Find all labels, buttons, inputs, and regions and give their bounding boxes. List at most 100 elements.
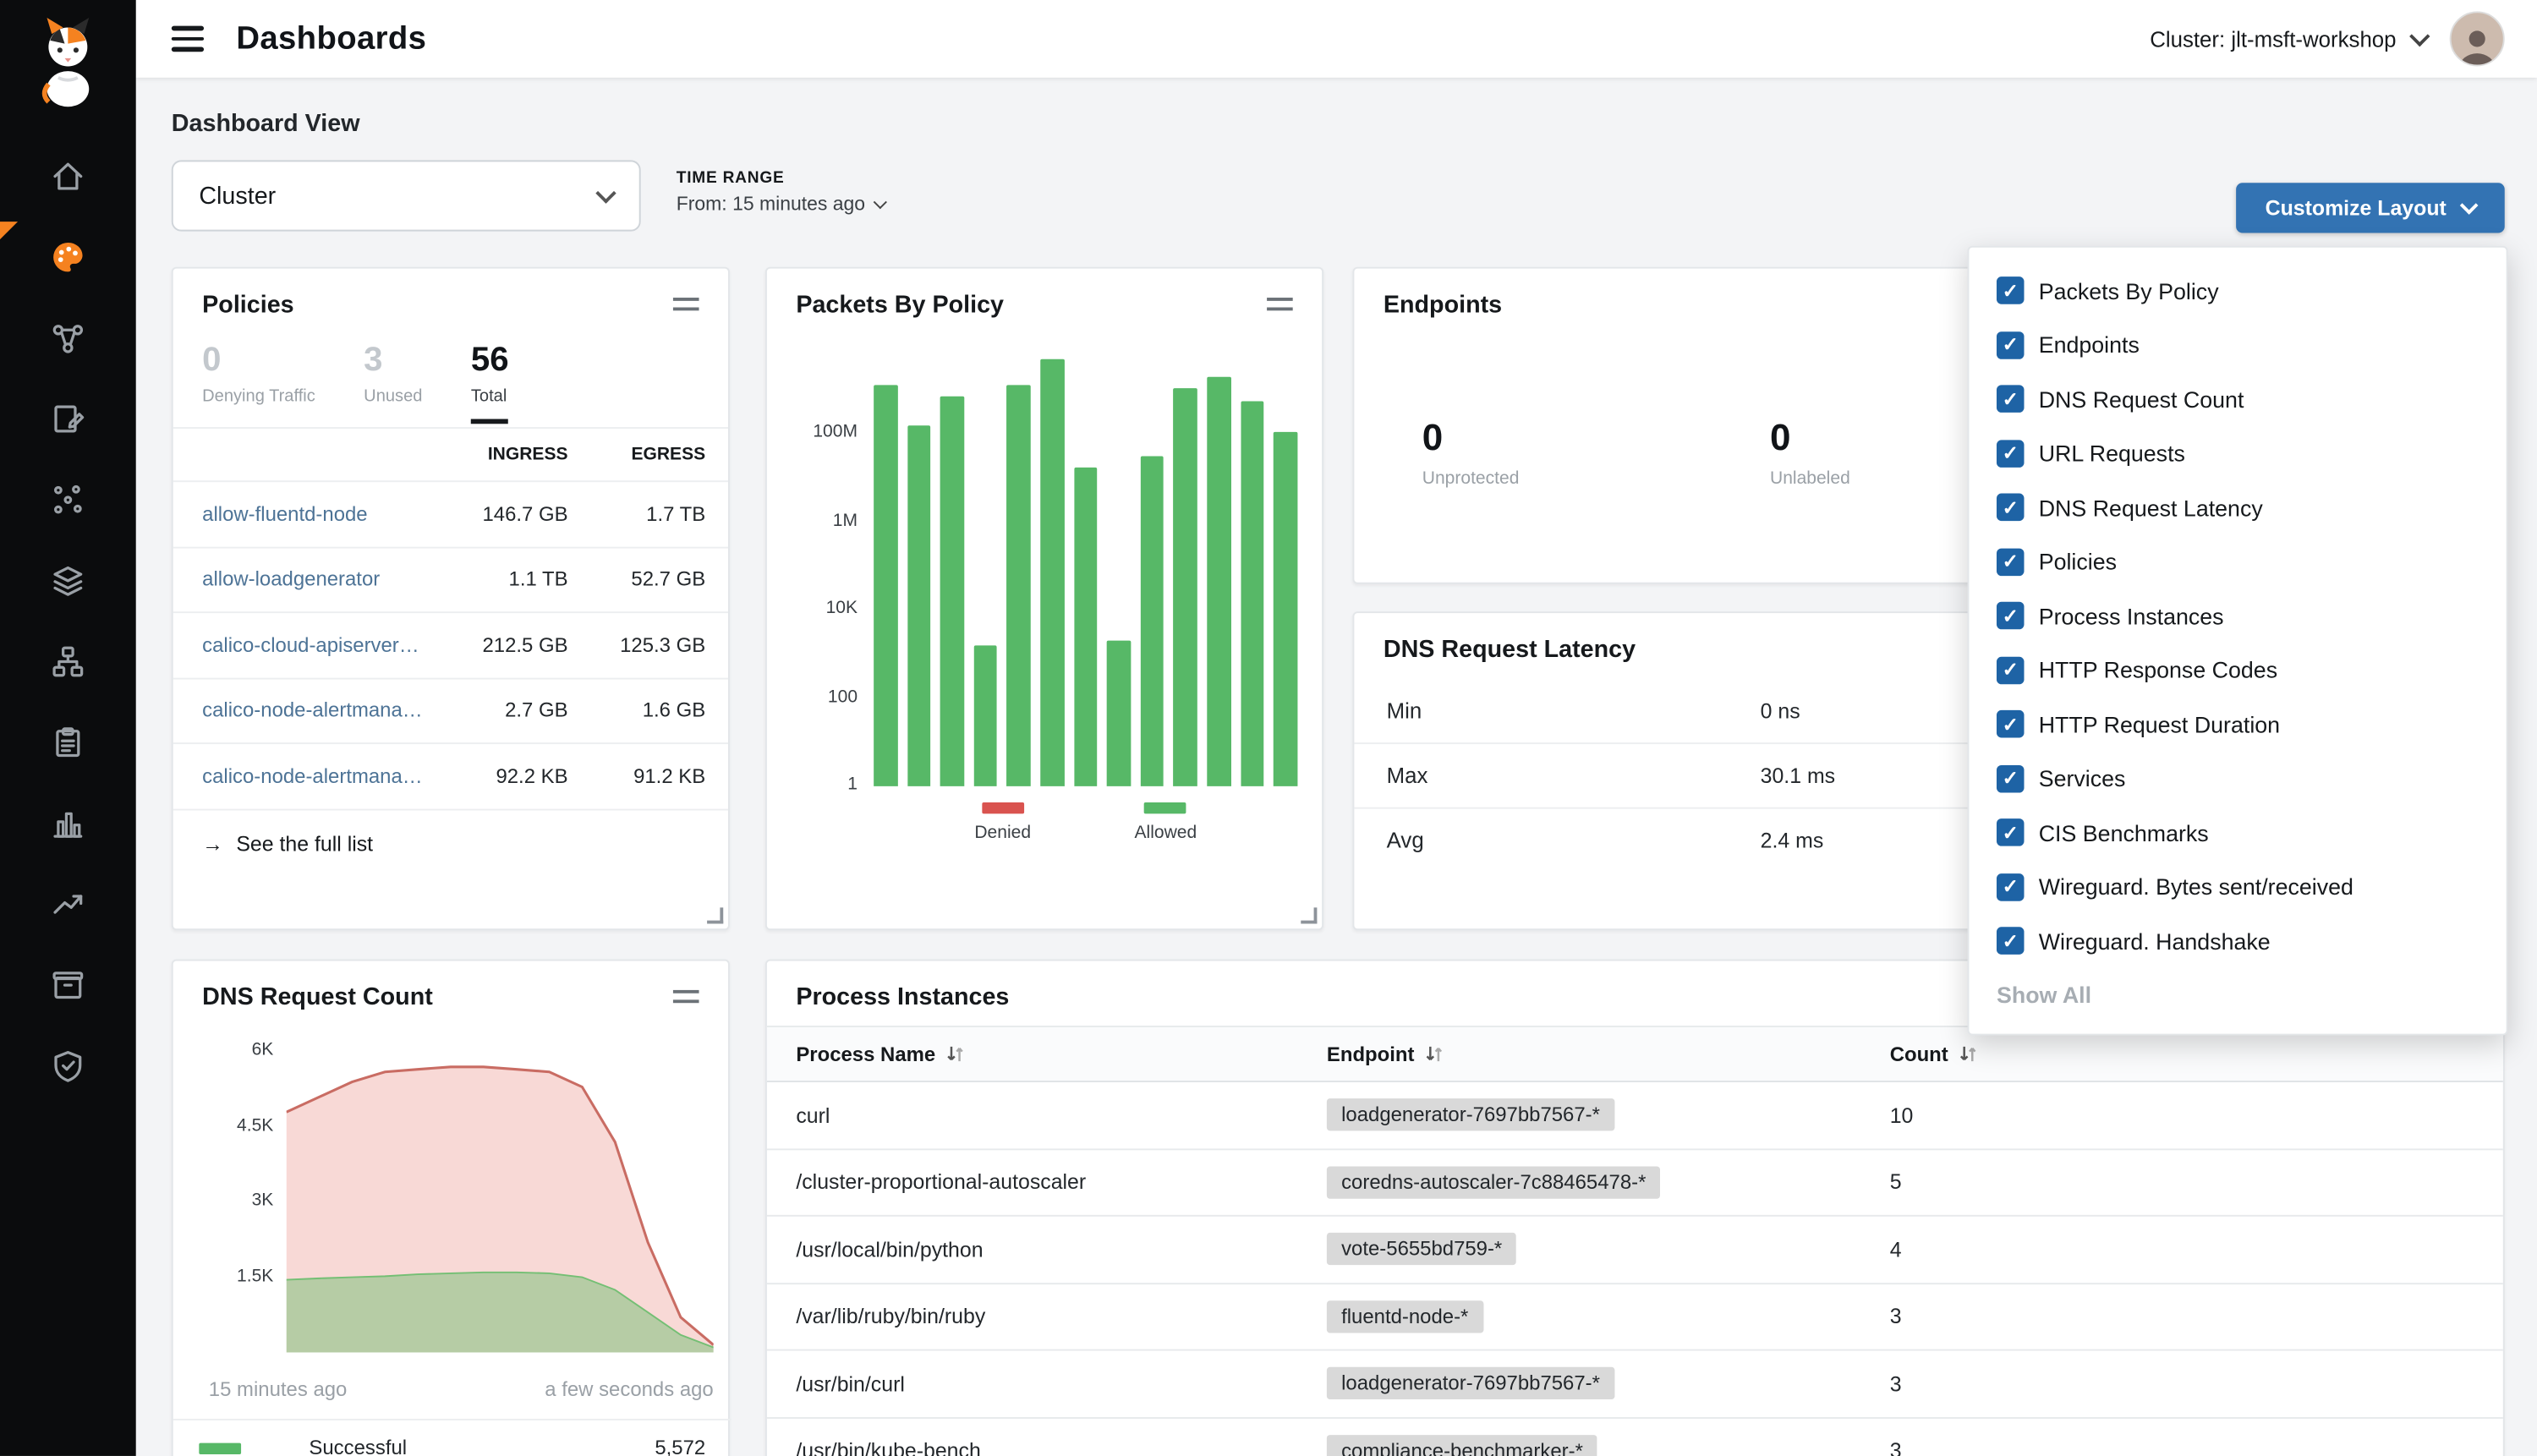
layout-menu-item[interactable]: ✓Policies (1969, 534, 2506, 588)
policy-link[interactable]: calico-node-alertmana… (202, 699, 438, 722)
dashboard-view-select[interactable]: Cluster (172, 160, 641, 231)
legend-allowed[interactable]: Allowed (1134, 802, 1197, 843)
show-all-link[interactable]: Show All (1997, 981, 2507, 1007)
user-avatar[interactable] (2450, 11, 2505, 66)
layout-menu-item[interactable]: ✓URL Requests (1969, 426, 2506, 480)
successful-value: 5,572 (655, 1437, 705, 1456)
calico-cat-logo[interactable] (32, 13, 103, 113)
active-item-marker (0, 222, 18, 239)
policy-link[interactable]: calico-cloud-apiserver-… (202, 634, 438, 657)
cluster-switcher[interactable]: Cluster: jlt-msft-workshop (2150, 27, 2427, 52)
layout-menu-item[interactable]: ✓Endpoints (1969, 318, 2506, 372)
checkbox-checked-icon[interactable]: ✓ (1997, 819, 2025, 847)
sidebar-item-home[interactable] (0, 136, 136, 217)
layout-menu-item[interactable]: ✓Wireguard. Bytes sent/received (1969, 860, 2506, 914)
resize-handle[interactable] (707, 907, 723, 923)
policy-egress-value: 91.2 KB (568, 764, 706, 787)
time-range[interactable]: TIME RANGE From: 15 minutes ago (677, 170, 885, 216)
see-full-list-label: See the full list (236, 830, 373, 855)
drag-handle-icon[interactable] (673, 298, 699, 310)
layout-menu-item[interactable]: ✓CIS Benchmarks (1969, 806, 2506, 860)
layout-menu-item[interactable]: ✓DNS Request Count (1969, 372, 2506, 426)
process-count: 4 (1890, 1237, 1902, 1262)
latency-value: 0 ns (1761, 699, 1800, 724)
see-full-list-link[interactable]: → See the full list (173, 808, 728, 876)
checkbox-checked-icon[interactable]: ✓ (1997, 386, 2025, 413)
sidebar-item-metrics[interactable] (0, 783, 136, 864)
sidebar-item-threat-defense[interactable] (0, 1026, 136, 1107)
endpoint-chip[interactable]: fluentd-node-* (1327, 1300, 1483, 1333)
endpoint-chip[interactable]: coredns-autoscaler-7c88465478-* (1327, 1166, 1661, 1198)
stat-denying-traffic[interactable]: 0 Denying Traffic (202, 342, 315, 424)
process-row: curlloadgenerator-7697bb7567-*10 (767, 1082, 2503, 1149)
sidebar-item-compliance-reports[interactable] (0, 702, 136, 783)
packets-card-title: Packets By Policy (796, 291, 1004, 319)
checkbox-checked-icon[interactable]: ✓ (1997, 440, 2025, 468)
policy-link[interactable]: allow-loadgenerator (202, 568, 438, 591)
checkbox-checked-icon[interactable]: ✓ (1997, 656, 2025, 684)
clipboard-icon (50, 725, 85, 760)
checkbox-checked-icon[interactable]: ✓ (1997, 277, 2025, 305)
stat-label: Unlabeled (1770, 469, 1850, 489)
layout-menu-item-label: HTTP Response Codes (2039, 657, 2277, 683)
chevron-down-icon (2460, 195, 2479, 214)
y-axis-tick-label: 100 (780, 687, 858, 706)
stat-unused[interactable]: 3 Unused (364, 342, 422, 424)
layout-menu-item-label: HTTP Request Duration (2039, 711, 2280, 737)
layout-menu-item[interactable]: ✓Services (1969, 752, 2506, 806)
legend-denied[interactable]: Denied (974, 802, 1031, 843)
sidebar-item-dashboards[interactable] (0, 216, 136, 298)
time-range-value: From: 15 minutes ago (677, 193, 865, 216)
sidebar-item-service-graph[interactable] (0, 298, 136, 379)
checkbox-checked-icon[interactable]: ✓ (1997, 494, 2025, 522)
ingress-column-header: INGRESS (438, 445, 567, 464)
customize-layout-menu: ✓Packets By Policy✓Endpoints✓DNS Request… (1968, 246, 2508, 1035)
sidebar-item-policies[interactable] (0, 379, 136, 460)
policy-ingress-value: 92.2 KB (438, 764, 567, 787)
layout-menu-item[interactable]: ✓DNS Request Latency (1969, 480, 2506, 534)
sidebar-item-cluster-hierarchy[interactable] (0, 621, 136, 703)
stat-value: 56 (471, 342, 509, 380)
policy-ingress-value: 2.7 GB (438, 699, 567, 722)
checkbox-checked-icon[interactable]: ✓ (1997, 602, 2025, 630)
endpoint-chip[interactable]: loadgenerator-7697bb7567-* (1327, 1367, 1614, 1399)
layout-menu-item[interactable]: ✓Process Instances (1969, 588, 2506, 643)
sidebar-item-trends[interactable] (0, 864, 136, 945)
sidebar-item-tiers[interactable] (0, 540, 136, 621)
sort-icon[interactable] (1958, 1043, 1979, 1065)
checkbox-checked-icon[interactable]: ✓ (1997, 710, 2025, 738)
layout-menu-item[interactable]: ✓ HTTP Request Duration (1969, 698, 2506, 752)
drag-handle-icon[interactable] (673, 990, 699, 1003)
endpoint-chip[interactable]: loadgenerator-7697bb7567-* (1327, 1099, 1614, 1131)
endpoint-chip[interactable]: compliance-benchmarker-* (1327, 1435, 1597, 1456)
layout-menu-item[interactable]: ✓Packets By Policy (1969, 264, 2506, 318)
sidebar-item-image-assurance[interactable] (0, 944, 136, 1026)
policies-card: Policies 0 Denying Traffic 3 Unused 56 T… (172, 267, 730, 930)
endpoint-chip[interactable]: vote-5655bd759-* (1327, 1233, 1517, 1265)
drag-handle-icon[interactable] (1267, 298, 1293, 310)
hamburger-menu-icon[interactable] (172, 26, 204, 52)
policy-link[interactable]: allow-fluentd-node (202, 503, 438, 526)
sort-icon[interactable] (1424, 1043, 1445, 1065)
allowed-bar (907, 425, 931, 786)
sort-icon[interactable] (945, 1043, 967, 1065)
checkbox-checked-icon[interactable]: ✓ (1997, 548, 2025, 576)
process-name: /cluster-proportional-autoscaler (796, 1170, 1086, 1195)
layout-menu-item[interactable]: ✓ HTTP Response Codes (1969, 643, 2506, 698)
resize-handle[interactable] (1301, 907, 1317, 923)
checkbox-checked-icon[interactable]: ✓ (1997, 764, 2025, 792)
policy-link[interactable]: calico-node-alertmana… (202, 764, 438, 787)
policy-row: calico-cloud-apiserver-…212.5 GB125.3 GB (173, 611, 728, 676)
archive-box-icon (50, 967, 85, 1003)
allowed-bar (940, 397, 964, 786)
customize-layout-button[interactable]: Customize Layout (2236, 183, 2505, 233)
checkbox-checked-icon[interactable]: ✓ (1997, 873, 2025, 901)
stat-total[interactable]: 56 Total (471, 342, 509, 424)
dns-legend-successful[interactable]: Successful 5,572 (173, 1419, 732, 1456)
sidebar-item-flow-visualizer[interactable] (0, 459, 136, 540)
arrow-right-icon: → (202, 830, 223, 855)
policy-egress-value: 1.7 TB (568, 503, 706, 526)
checkbox-checked-icon[interactable]: ✓ (1997, 928, 2025, 955)
checkbox-checked-icon[interactable]: ✓ (1997, 331, 2025, 359)
layout-menu-item[interactable]: ✓Wireguard. Handshake (1969, 914, 2506, 968)
